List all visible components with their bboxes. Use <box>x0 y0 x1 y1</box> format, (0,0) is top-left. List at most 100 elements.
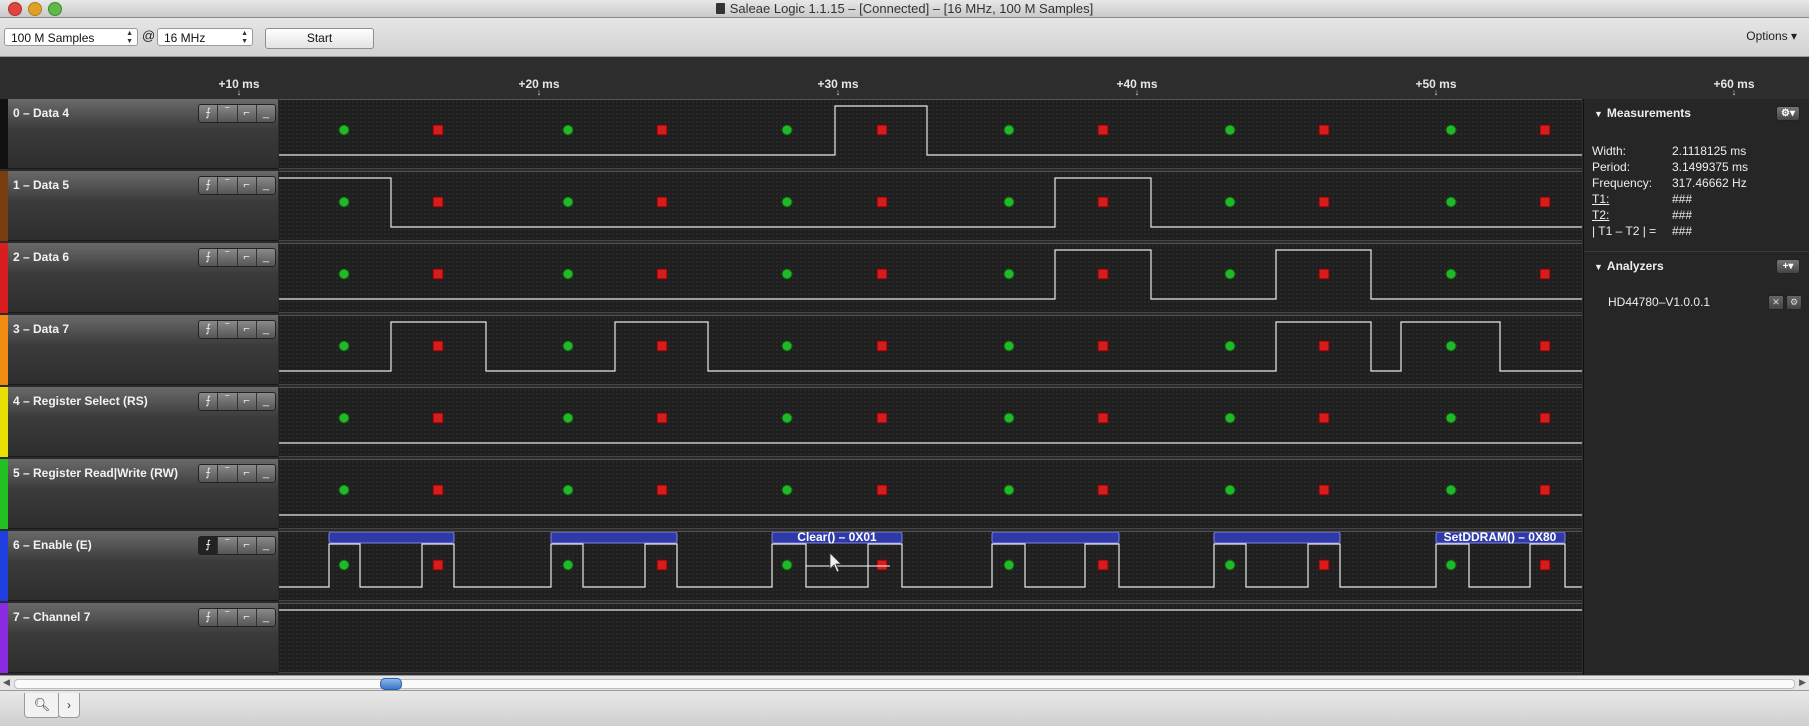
measurement-t2[interactable]: T2: ### <box>1592 208 1692 222</box>
trigger-buttons: ⨍ ‾ ⌐ _ <box>198 248 276 267</box>
time-ruler[interactable]: +10 ms ↓ +20 ms ↓ +30 ms ↓ +40 ms ↓ +50 ms ↓ … <box>0 57 1809 99</box>
channel-name[interactable]: 5 – Register Read|Write (RW) <box>13 466 178 480</box>
channel-name[interactable]: 4 – Register Select (RS) <box>13 394 148 408</box>
samples-select[interactable]: 100 M Samples ▲ ▼ <box>4 28 138 46</box>
channel-label[interactable]: 0 – Data 4 ⨍ ‾ ⌐ _ <box>0 99 278 169</box>
measurements-header[interactable]: ▼ Measurements ⚙▾ <box>1584 102 1809 124</box>
trigger-falling-edge-icon[interactable]: ⌐ <box>238 177 257 194</box>
channel-name[interactable]: 1 – Data 5 <box>13 178 69 192</box>
trigger-high-icon[interactable]: ‾ <box>218 465 238 482</box>
sample-stop-marker <box>1539 412 1551 424</box>
trigger-falling-edge-icon[interactable]: ⌐ <box>238 537 257 554</box>
waveform-area[interactable] <box>279 387 1582 457</box>
trigger-low-icon[interactable]: _ <box>257 105 275 122</box>
channel-label[interactable]: 1 – Data 5 ⨍ ‾ ⌐ _ <box>0 171 278 241</box>
app-icon <box>715 3 725 14</box>
sample-start-marker <box>1003 268 1015 280</box>
timeline-scrollbar[interactable]: ◀ ▶ <box>0 675 1809 690</box>
close-icon[interactable]: ✕ <box>1768 295 1784 310</box>
waveform-area[interactable]: Clear() – 0X01 SetDDRAM() – 0X80 <box>279 531 1582 601</box>
channel-row: 7 – Channel 7 ⨍ ‾ ⌐ _ <box>0 603 1582 673</box>
options-menu[interactable]: Options ▾ <box>1746 29 1797 43</box>
channel-name[interactable]: 3 – Data 7 <box>13 322 69 336</box>
waveform-area[interactable] <box>279 171 1582 241</box>
trigger-rising-edge-icon[interactable]: ⨍ <box>199 105 219 122</box>
scroll-right-icon[interactable]: ▶ <box>1799 677 1806 688</box>
decoded-frame[interactable] <box>991 532 1120 544</box>
trigger-falling-edge-icon[interactable]: ⌐ <box>238 609 257 626</box>
channel-label[interactable]: 2 – Data 6 ⨍ ‾ ⌐ _ <box>0 243 278 313</box>
trigger-rising-edge-icon[interactable]: ⨍ <box>199 537 219 554</box>
decoded-frame[interactable] <box>328 532 455 544</box>
analyzers-header[interactable]: ▼ Analyzers +▾ <box>1584 255 1809 277</box>
channel-label[interactable]: 3 – Data 7 ⨍ ‾ ⌐ _ <box>0 315 278 385</box>
trigger-rising-edge-icon[interactable]: ⨍ <box>199 393 219 410</box>
channel-label[interactable]: 6 – Enable (E) ⨍ ‾ ⌐ _ <box>0 531 278 601</box>
trigger-falling-edge-icon[interactable]: ⌐ <box>238 465 257 482</box>
start-button[interactable]: Start <box>265 28 374 49</box>
trigger-rising-edge-icon[interactable]: ⨍ <box>199 249 219 266</box>
trigger-low-icon[interactable]: _ <box>257 609 275 626</box>
trigger-high-icon[interactable]: ‾ <box>218 609 238 626</box>
waveform-area[interactable] <box>279 459 1582 529</box>
sample-start-marker <box>1003 412 1015 424</box>
trigger-rising-edge-icon[interactable]: ⨍ <box>199 465 219 482</box>
channel-name[interactable]: 2 – Data 6 <box>13 250 69 264</box>
trigger-high-icon[interactable]: ‾ <box>218 105 238 122</box>
decoded-frame[interactable] <box>1213 532 1341 544</box>
waveform-area[interactable] <box>279 243 1582 313</box>
channel-row: 1 – Data 5 ⨍ ‾ ⌐ _ <box>0 171 1582 241</box>
trigger-falling-edge-icon[interactable]: ⌐ <box>238 393 257 410</box>
channel-label[interactable]: 5 – Register Read|Write (RW) ⨍ ‾ ⌐ _ <box>0 459 278 529</box>
trigger-high-icon[interactable]: ‾ <box>218 321 238 338</box>
scroll-thumb[interactable] <box>380 678 402 690</box>
sample-stop-marker <box>1539 196 1551 208</box>
channel-name[interactable]: 7 – Channel 7 <box>13 610 90 624</box>
trigger-falling-edge-icon[interactable]: ⌐ <box>238 249 257 266</box>
measurement-label[interactable]: T1: <box>1592 192 1672 206</box>
trigger-high-icon[interactable]: ‾ <box>218 393 238 410</box>
search-tab[interactable]: 🔍︎ <box>24 693 60 718</box>
channel-label[interactable]: 4 – Register Select (RS) ⨍ ‾ ⌐ _ <box>0 387 278 457</box>
channel-name[interactable]: 0 – Data 4 <box>13 106 69 120</box>
channel-color-stripe <box>0 243 8 313</box>
trigger-rising-edge-icon[interactable]: ⨍ <box>199 321 219 338</box>
trigger-rising-edge-icon[interactable]: ⨍ <box>199 177 219 194</box>
scroll-left-icon[interactable]: ◀ <box>3 677 10 688</box>
trigger-falling-edge-icon[interactable]: ⌐ <box>238 105 257 122</box>
waveform-area[interactable] <box>279 315 1582 385</box>
trigger-low-icon[interactable]: _ <box>257 393 275 410</box>
scroll-track[interactable] <box>14 679 1795 689</box>
channel-label[interactable]: 7 – Channel 7 ⨍ ‾ ⌐ _ <box>0 603 278 673</box>
measurement-t1[interactable]: T1: ### <box>1592 192 1692 206</box>
trigger-low-icon[interactable]: _ <box>257 537 275 554</box>
trigger-rising-edge-icon[interactable]: ⨍ <box>199 609 219 626</box>
sample-stop-marker <box>1318 124 1330 136</box>
gear-icon[interactable]: ⚙ <box>1786 295 1802 310</box>
trigger-falling-edge-icon[interactable]: ⌐ <box>238 321 257 338</box>
sample-stop-marker <box>1539 559 1551 571</box>
measurements-settings-button[interactable]: ⚙▾ <box>1776 106 1800 121</box>
trigger-high-icon[interactable]: ‾ <box>218 537 238 554</box>
analyzer-item[interactable]: HD44780–V1.0.0.1 <box>1608 295 1710 309</box>
bottom-bar: 🔍︎ › <box>0 690 1809 726</box>
add-analyzer-button[interactable]: +▾ <box>1776 259 1800 274</box>
waveform-area[interactable] <box>279 603 1582 673</box>
trigger-low-icon[interactable]: _ <box>257 465 275 482</box>
trigger-low-icon[interactable]: _ <box>257 249 275 266</box>
measurement-label[interactable]: T2: <box>1592 208 1672 222</box>
time-tick: +60 ms ↓ <box>1713 77 1754 97</box>
expand-tab[interactable]: › <box>58 693 80 718</box>
sample-rate-select[interactable]: 16 MHz ▲ ▼ <box>157 28 253 46</box>
waveform-area[interactable] <box>279 99 1582 169</box>
sample-stop-marker <box>1097 484 1109 496</box>
sample-start-marker <box>781 340 793 352</box>
trigger-low-icon[interactable]: _ <box>257 321 275 338</box>
decoded-frame[interactable] <box>550 532 678 544</box>
sample-stop-marker <box>432 340 444 352</box>
channel-color-stripe <box>0 171 8 241</box>
trigger-low-icon[interactable]: _ <box>257 177 275 194</box>
trigger-high-icon[interactable]: ‾ <box>218 177 238 194</box>
channel-name[interactable]: 6 – Enable (E) <box>13 538 92 552</box>
trigger-high-icon[interactable]: ‾ <box>218 249 238 266</box>
